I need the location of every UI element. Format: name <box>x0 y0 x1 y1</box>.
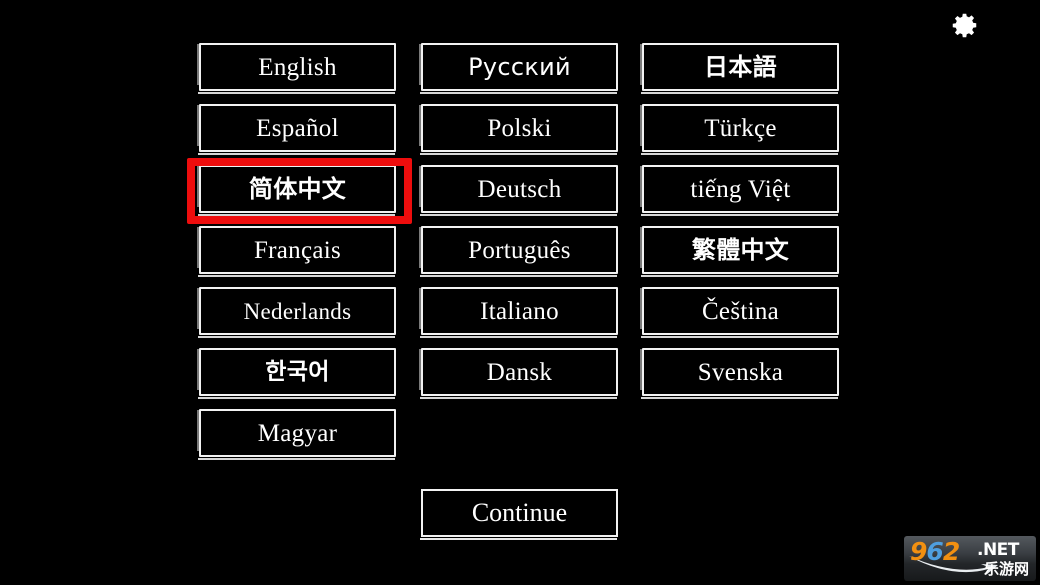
watermark-tld: .NET <box>977 540 1019 560</box>
watermark-digit-6: 6 <box>926 537 943 566</box>
language-label: tiếng Việt <box>690 175 791 203</box>
language-select-screen: English Español 简体中文 Français Nederlands… <box>0 0 1040 585</box>
language-button-turkce[interactable]: Türkçe <box>640 104 839 155</box>
language-button-italiano[interactable]: Italiano <box>419 287 618 338</box>
continue-button[interactable]: Continue <box>420 489 618 540</box>
gear-icon <box>952 13 977 38</box>
language-label: Русский <box>468 53 571 81</box>
language-label: Čeština <box>701 297 780 325</box>
language-button-francais[interactable]: Français <box>197 226 396 277</box>
language-button-magyar[interactable]: Magyar <box>197 409 396 460</box>
watermark-962net: 962 .NET 乐游网 <box>904 536 1036 581</box>
language-column-2: Русский Polski Deutsch Português Italian… <box>419 43 618 409</box>
language-button-simplified-chinese[interactable]: 简体中文 <box>187 158 412 224</box>
watermark-digit-2: 2 <box>942 537 960 566</box>
language-button-espanol[interactable]: Español <box>197 104 396 155</box>
language-button-english[interactable]: English <box>197 43 396 94</box>
language-button-nederlands[interactable]: Nederlands <box>197 287 396 338</box>
continue-label: Continue <box>471 498 568 527</box>
language-column-3: 日本語 Türkçe tiếng Việt 繁體中文 Čeština Svens… <box>640 43 839 409</box>
language-label: 한국어 <box>265 358 330 385</box>
language-button-japanese[interactable]: 日本語 <box>640 43 839 94</box>
language-label: Deutsch <box>477 175 562 203</box>
language-label: Dansk <box>486 358 553 386</box>
watermark-digits: 962 <box>910 537 960 566</box>
language-label: Svenska <box>697 358 784 386</box>
language-label: English <box>258 53 337 81</box>
language-button-korean[interactable]: 한국어 <box>197 348 396 399</box>
language-button-dansk[interactable]: Dansk <box>419 348 618 399</box>
language-button-traditional-chinese[interactable]: 繁體中文 <box>640 226 839 277</box>
language-column-1: English Español 简体中文 Français Nederlands… <box>187 43 412 470</box>
language-button-vietnamese[interactable]: tiếng Việt <box>640 165 839 216</box>
language-label: Português <box>468 236 571 264</box>
language-label: Magyar <box>257 419 338 447</box>
language-label: Français <box>253 236 342 264</box>
language-button-svenska[interactable]: Svenska <box>640 348 839 399</box>
language-label: Italiano <box>480 297 559 325</box>
language-button-cestina[interactable]: Čeština <box>640 287 839 338</box>
language-grid: English Español 简体中文 Français Nederlands… <box>187 43 841 460</box>
language-label: Türkçe <box>704 114 777 142</box>
language-button-portugues[interactable]: Português <box>419 226 618 277</box>
language-button-russian[interactable]: Русский <box>419 43 618 94</box>
language-label: Polski <box>487 114 552 142</box>
language-label: 繁體中文 <box>691 236 790 264</box>
settings-button[interactable] <box>948 8 982 42</box>
language-button-deutsch[interactable]: Deutsch <box>419 165 618 216</box>
language-button-polski[interactable]: Polski <box>419 104 618 155</box>
language-label: 日本語 <box>704 53 777 81</box>
language-label: Nederlands <box>243 298 352 324</box>
language-label: Español <box>256 114 339 142</box>
language-label: 简体中文 <box>248 175 347 203</box>
watermark-digit-9: 9 <box>910 537 927 566</box>
watermark-chinese: 乐游网 <box>983 560 1029 578</box>
